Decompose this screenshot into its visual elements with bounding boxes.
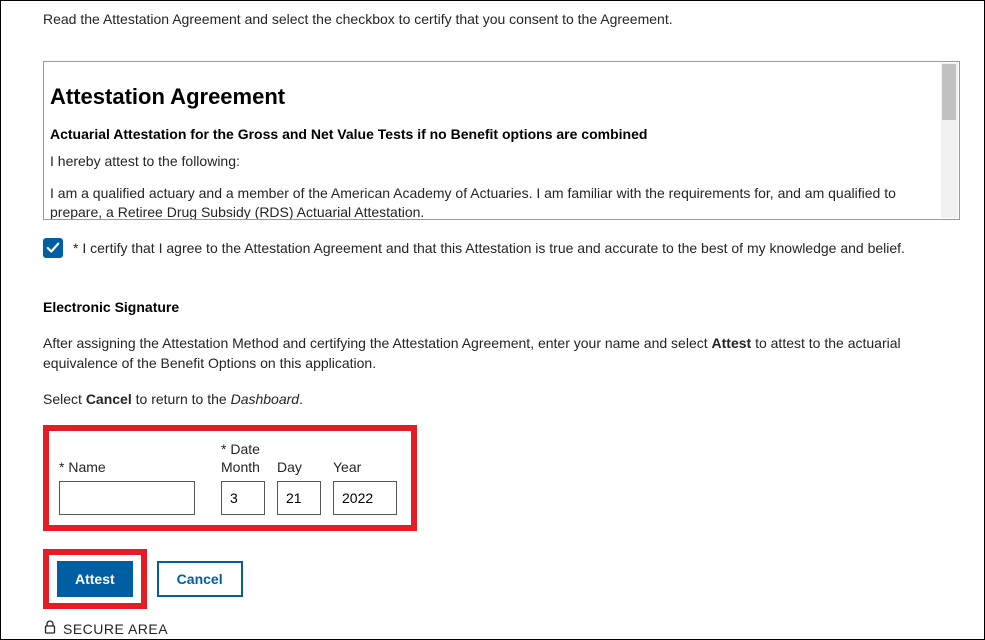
year-label: Year — [333, 459, 397, 475]
date-field-col: * Date Month Day Year — [221, 441, 397, 515]
agreement-line2: I am a qualified actuary and a member of… — [50, 184, 935, 220]
certify-label: * I certify that I agree to the Attestat… — [73, 238, 905, 258]
signature-fields-highlight: * Name * Date Month Day Year — [43, 425, 417, 531]
esig-instruction-2: Select Cancel to return to the Dashboard… — [43, 389, 960, 409]
agreement-title: Attestation Agreement — [50, 84, 935, 110]
agreement-line1: I hereby attest to the following: — [50, 152, 935, 172]
date-label: * Date — [221, 441, 397, 457]
agreement-subtitle: Actuarial Attestation for the Gross and … — [50, 126, 935, 142]
cancel-button[interactable]: Cancel — [157, 561, 243, 597]
signature-fields-row: * Name * Date Month Day Year — [59, 441, 397, 515]
content-area: Read the Attestation Agreement and selec… — [1, 1, 984, 640]
attest-button-highlight: Attest — [43, 549, 147, 609]
attest-button[interactable]: Attest — [57, 561, 133, 597]
esig-p2-end: . — [299, 391, 303, 407]
esig-p2-mid: to return to the — [132, 391, 231, 407]
esig-p2-italic: Dashboard — [231, 391, 300, 407]
action-buttons-row: Attest Cancel — [43, 549, 960, 609]
scrollbar-thumb[interactable] — [942, 64, 956, 120]
esig-p2-pre: Select — [43, 391, 86, 407]
date-inputs — [221, 481, 397, 515]
esig-instruction-1: After assigning the Attestation Method a… — [43, 333, 960, 374]
name-input[interactable] — [59, 481, 195, 515]
day-input[interactable] — [277, 481, 321, 515]
secure-area-row: SECURE AREA — [43, 619, 960, 638]
esig-p2-bold: Cancel — [86, 391, 132, 407]
esig-p1-bold: Attest — [712, 335, 752, 351]
date-sublabels: Month Day Year — [221, 459, 397, 475]
name-field-col: * Name — [59, 459, 195, 515]
certify-row: * I certify that I agree to the Attestat… — [43, 238, 960, 258]
checkmark-icon — [46, 241, 60, 255]
month-input[interactable] — [221, 481, 265, 515]
attestation-agreement-box[interactable]: Attestation Agreement Actuarial Attestat… — [43, 61, 960, 220]
page-frame: Read the Attestation Agreement and selec… — [0, 0, 985, 640]
secure-area-text: SECURE AREA — [63, 621, 168, 637]
scrollbar-track[interactable] — [941, 63, 958, 218]
day-label: Day — [277, 459, 321, 475]
esig-p1-pre: After assigning the Attestation Method a… — [43, 335, 712, 351]
name-label: * Name — [59, 459, 195, 475]
lock-icon — [43, 619, 57, 638]
year-input[interactable] — [333, 481, 397, 515]
certify-checkbox[interactable] — [43, 238, 63, 258]
electronic-signature-heading: Electronic Signature — [43, 299, 960, 315]
month-label: Month — [221, 459, 265, 475]
intro-text: Read the Attestation Agreement and selec… — [43, 9, 960, 29]
